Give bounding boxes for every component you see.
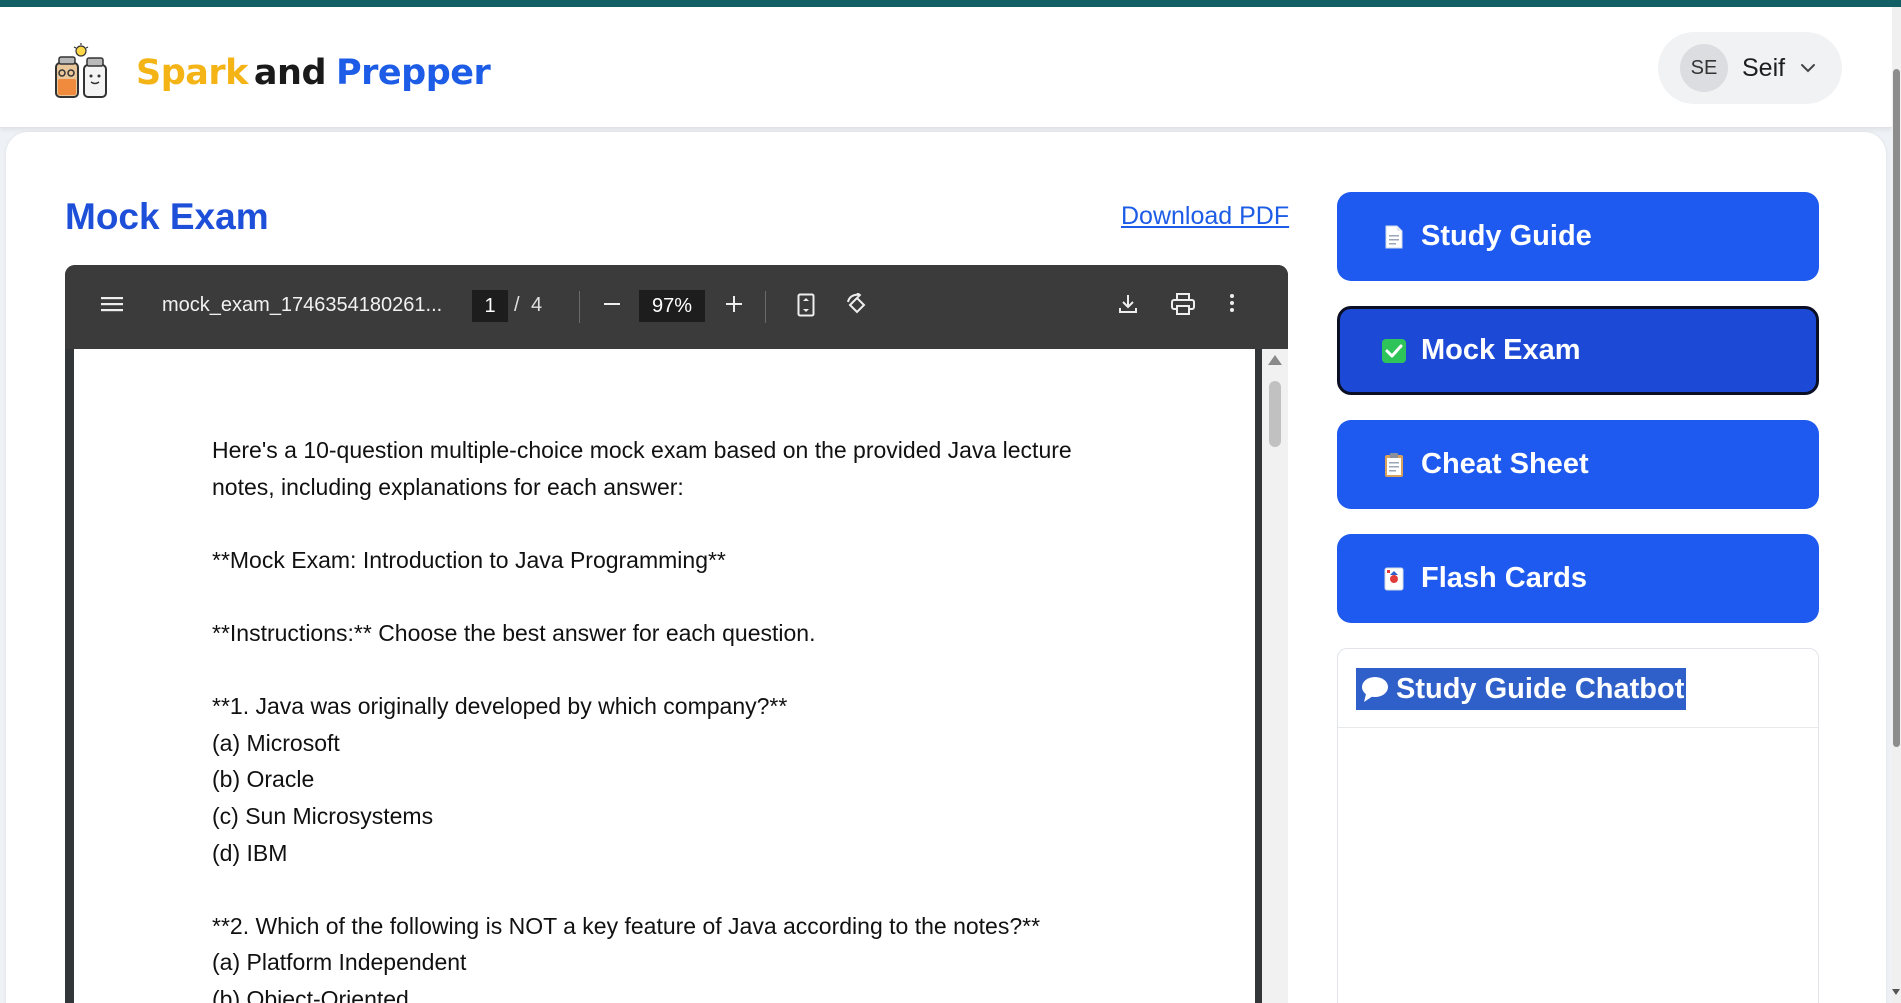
pdf-page: Here's a 10-question multiple-choice moc… <box>74 349 1255 1003</box>
toolbar-divider <box>765 291 766 323</box>
chatbot-title-text: Study Guide Chatbot <box>1396 672 1685 705</box>
pdf-text-line: (c) Sun Microsystems <box>212 802 434 829</box>
page-number-input[interactable]: 1 <box>472 290 508 322</box>
zoom-level-input[interactable]: 97% <box>639 290 705 322</box>
toolbar-divider <box>579 291 580 323</box>
total-pages: 4 <box>531 294 543 316</box>
pdf-text-line: (b) Object-Oriented <box>212 985 409 1003</box>
speech-bubble-icon <box>1362 677 1388 702</box>
scroll-up-arrow-icon[interactable] <box>1268 355 1282 365</box>
brand-name-part2: and <box>253 53 327 93</box>
download-pdf-link[interactable]: Download PDF <box>1121 202 1289 231</box>
pdf-text-line: **2. Which of the following is NOT a key… <box>212 912 1041 939</box>
chatbot-title[interactable]: Study Guide Chatbot <box>1356 668 1687 710</box>
pdf-page-text: Here's a 10-question multiple-choice moc… <box>212 432 1152 1003</box>
download-icon[interactable] <box>1118 293 1138 315</box>
brand-logo[interactable] <box>50 43 116 103</box>
brand-name[interactable]: Spark and Prepper <box>136 53 491 93</box>
brand-name-part3: Prepper <box>336 53 491 93</box>
flash-cards-label: Flash Cards <box>1421 562 1587 594</box>
playing-card-icon <box>1384 567 1404 590</box>
user-name: Seif <box>1742 53 1786 82</box>
mock-exam-label: Mock Exam <box>1421 334 1581 366</box>
pdf-text-line: (a) Microsoft <box>212 729 340 756</box>
rotate-icon[interactable] <box>845 293 869 317</box>
page-separator: / <box>514 294 520 316</box>
pdf-toolbar: mock_exam_1746354180261... 1 / 4 97% <box>65 265 1288 349</box>
pdf-text-line: (b) Oracle <box>212 766 315 793</box>
pdf-text-line: (d) IBM <box>212 839 288 866</box>
check-icon <box>1382 338 1406 363</box>
pdf-text-line: **Mock Exam: Introduction to Java Progra… <box>212 546 726 573</box>
zoom-out-icon[interactable] <box>602 294 622 314</box>
pdf-text-line: (a) Platform Independent <box>212 949 467 976</box>
document-icon <box>1385 225 1403 248</box>
print-icon[interactable] <box>1171 293 1195 315</box>
pdf-text-line: notes, including explanations for each a… <box>212 473 684 500</box>
zoom-in-icon[interactable] <box>724 294 744 314</box>
pdf-text-line: Here's a 10-question multiple-choice moc… <box>212 437 1072 463</box>
pdf-filename: mock_exam_1746354180261... <box>162 294 443 316</box>
cheat-sheet-label: Cheat Sheet <box>1421 448 1589 480</box>
scroll-down-arrow-icon[interactable] <box>1892 989 1900 995</box>
clipboard-icon <box>1385 452 1403 477</box>
chatbot-header: Study Guide Chatbot <box>1338 649 1818 728</box>
pdf-scrollbar[interactable] <box>1262 349 1288 1003</box>
pdf-text-line: **Instructions:** Choose the best answer… <box>212 619 816 646</box>
study-guide-button[interactable]: Study Guide <box>1337 192 1819 281</box>
brand-name-part1: Spark <box>136 53 248 93</box>
page-scrollbar-thumb[interactable] <box>1893 69 1900 747</box>
chevron-down-icon <box>1801 64 1816 73</box>
more-options-icon[interactable] <box>1229 293 1235 313</box>
user-menu-button[interactable]: SE Seif <box>1658 32 1842 104</box>
fit-page-icon[interactable] <box>797 293 815 317</box>
menu-icon[interactable] <box>101 295 123 313</box>
avatar: SE <box>1680 44 1728 92</box>
flash-cards-button[interactable]: Flash Cards <box>1337 534 1819 623</box>
chatbot-panel: Study Guide Chatbot <box>1337 648 1819 1003</box>
study-guide-label: Study Guide <box>1421 220 1592 252</box>
pdf-viewer: mock_exam_1746354180261... 1 / 4 97% Her… <box>65 265 1288 1003</box>
top-accent-strip <box>0 0 1901 7</box>
cheat-sheet-button[interactable]: Cheat Sheet <box>1337 420 1819 509</box>
app-header: Spark and Prepper SE Seif <box>0 7 1892 128</box>
scrollbar-thumb[interactable] <box>1269 381 1281 447</box>
mock-exam-button[interactable]: Mock Exam <box>1337 306 1819 395</box>
pdf-text-line: **1. Java was originally developed by wh… <box>212 693 788 720</box>
page-scrollbar[interactable] <box>1892 7 1901 1003</box>
page-title: Mock Exam <box>65 196 269 237</box>
